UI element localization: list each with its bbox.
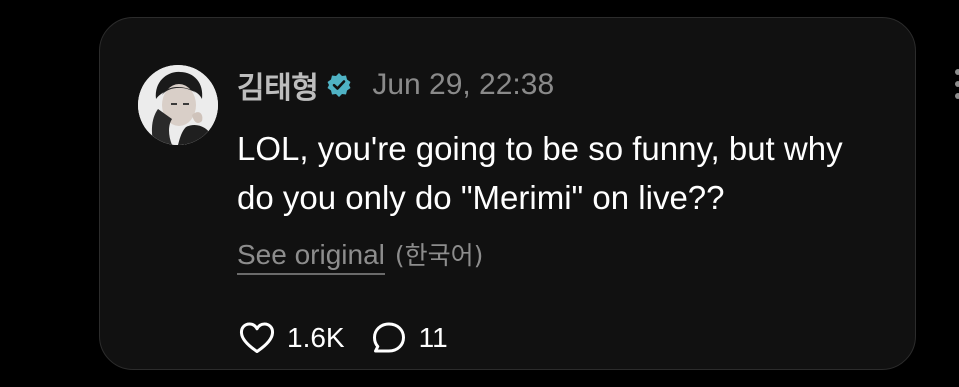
reply-button[interactable]: 11	[371, 321, 448, 355]
avatar[interactable]	[138, 65, 218, 145]
avatar-image	[138, 65, 218, 145]
comment-card: 김태형 Jun 29, 22:38 LOL, you're going to b…	[99, 17, 959, 370]
author-name[interactable]: 김태형	[237, 63, 319, 107]
comment-line: do you only do "Merimi" on live??	[237, 179, 725, 216]
verified-badge-icon	[326, 72, 352, 98]
translation-row: See original (한국어)	[237, 236, 483, 275]
see-original-link[interactable]: See original	[237, 239, 385, 275]
like-count: 1.6K	[287, 322, 345, 353]
post-header: 김태형 Jun 29, 22:38	[237, 63, 555, 107]
timestamp: Jun 29, 22:38	[372, 68, 555, 101]
more-options-icon[interactable]	[946, 68, 959, 102]
original-language: (한국어)	[394, 241, 484, 270]
heart-icon	[239, 322, 275, 353]
action-bar: 1.6K 11	[239, 317, 448, 359]
comment-bubble-icon	[372, 322, 405, 353]
comment-text: LOL, you're going to be so funny, but wh…	[237, 124, 957, 222]
comment-line: LOL, you're going to be so funny, but wh…	[237, 130, 843, 167]
like-button[interactable]: 1.6K	[239, 322, 345, 354]
reply-count: 11	[418, 322, 448, 353]
